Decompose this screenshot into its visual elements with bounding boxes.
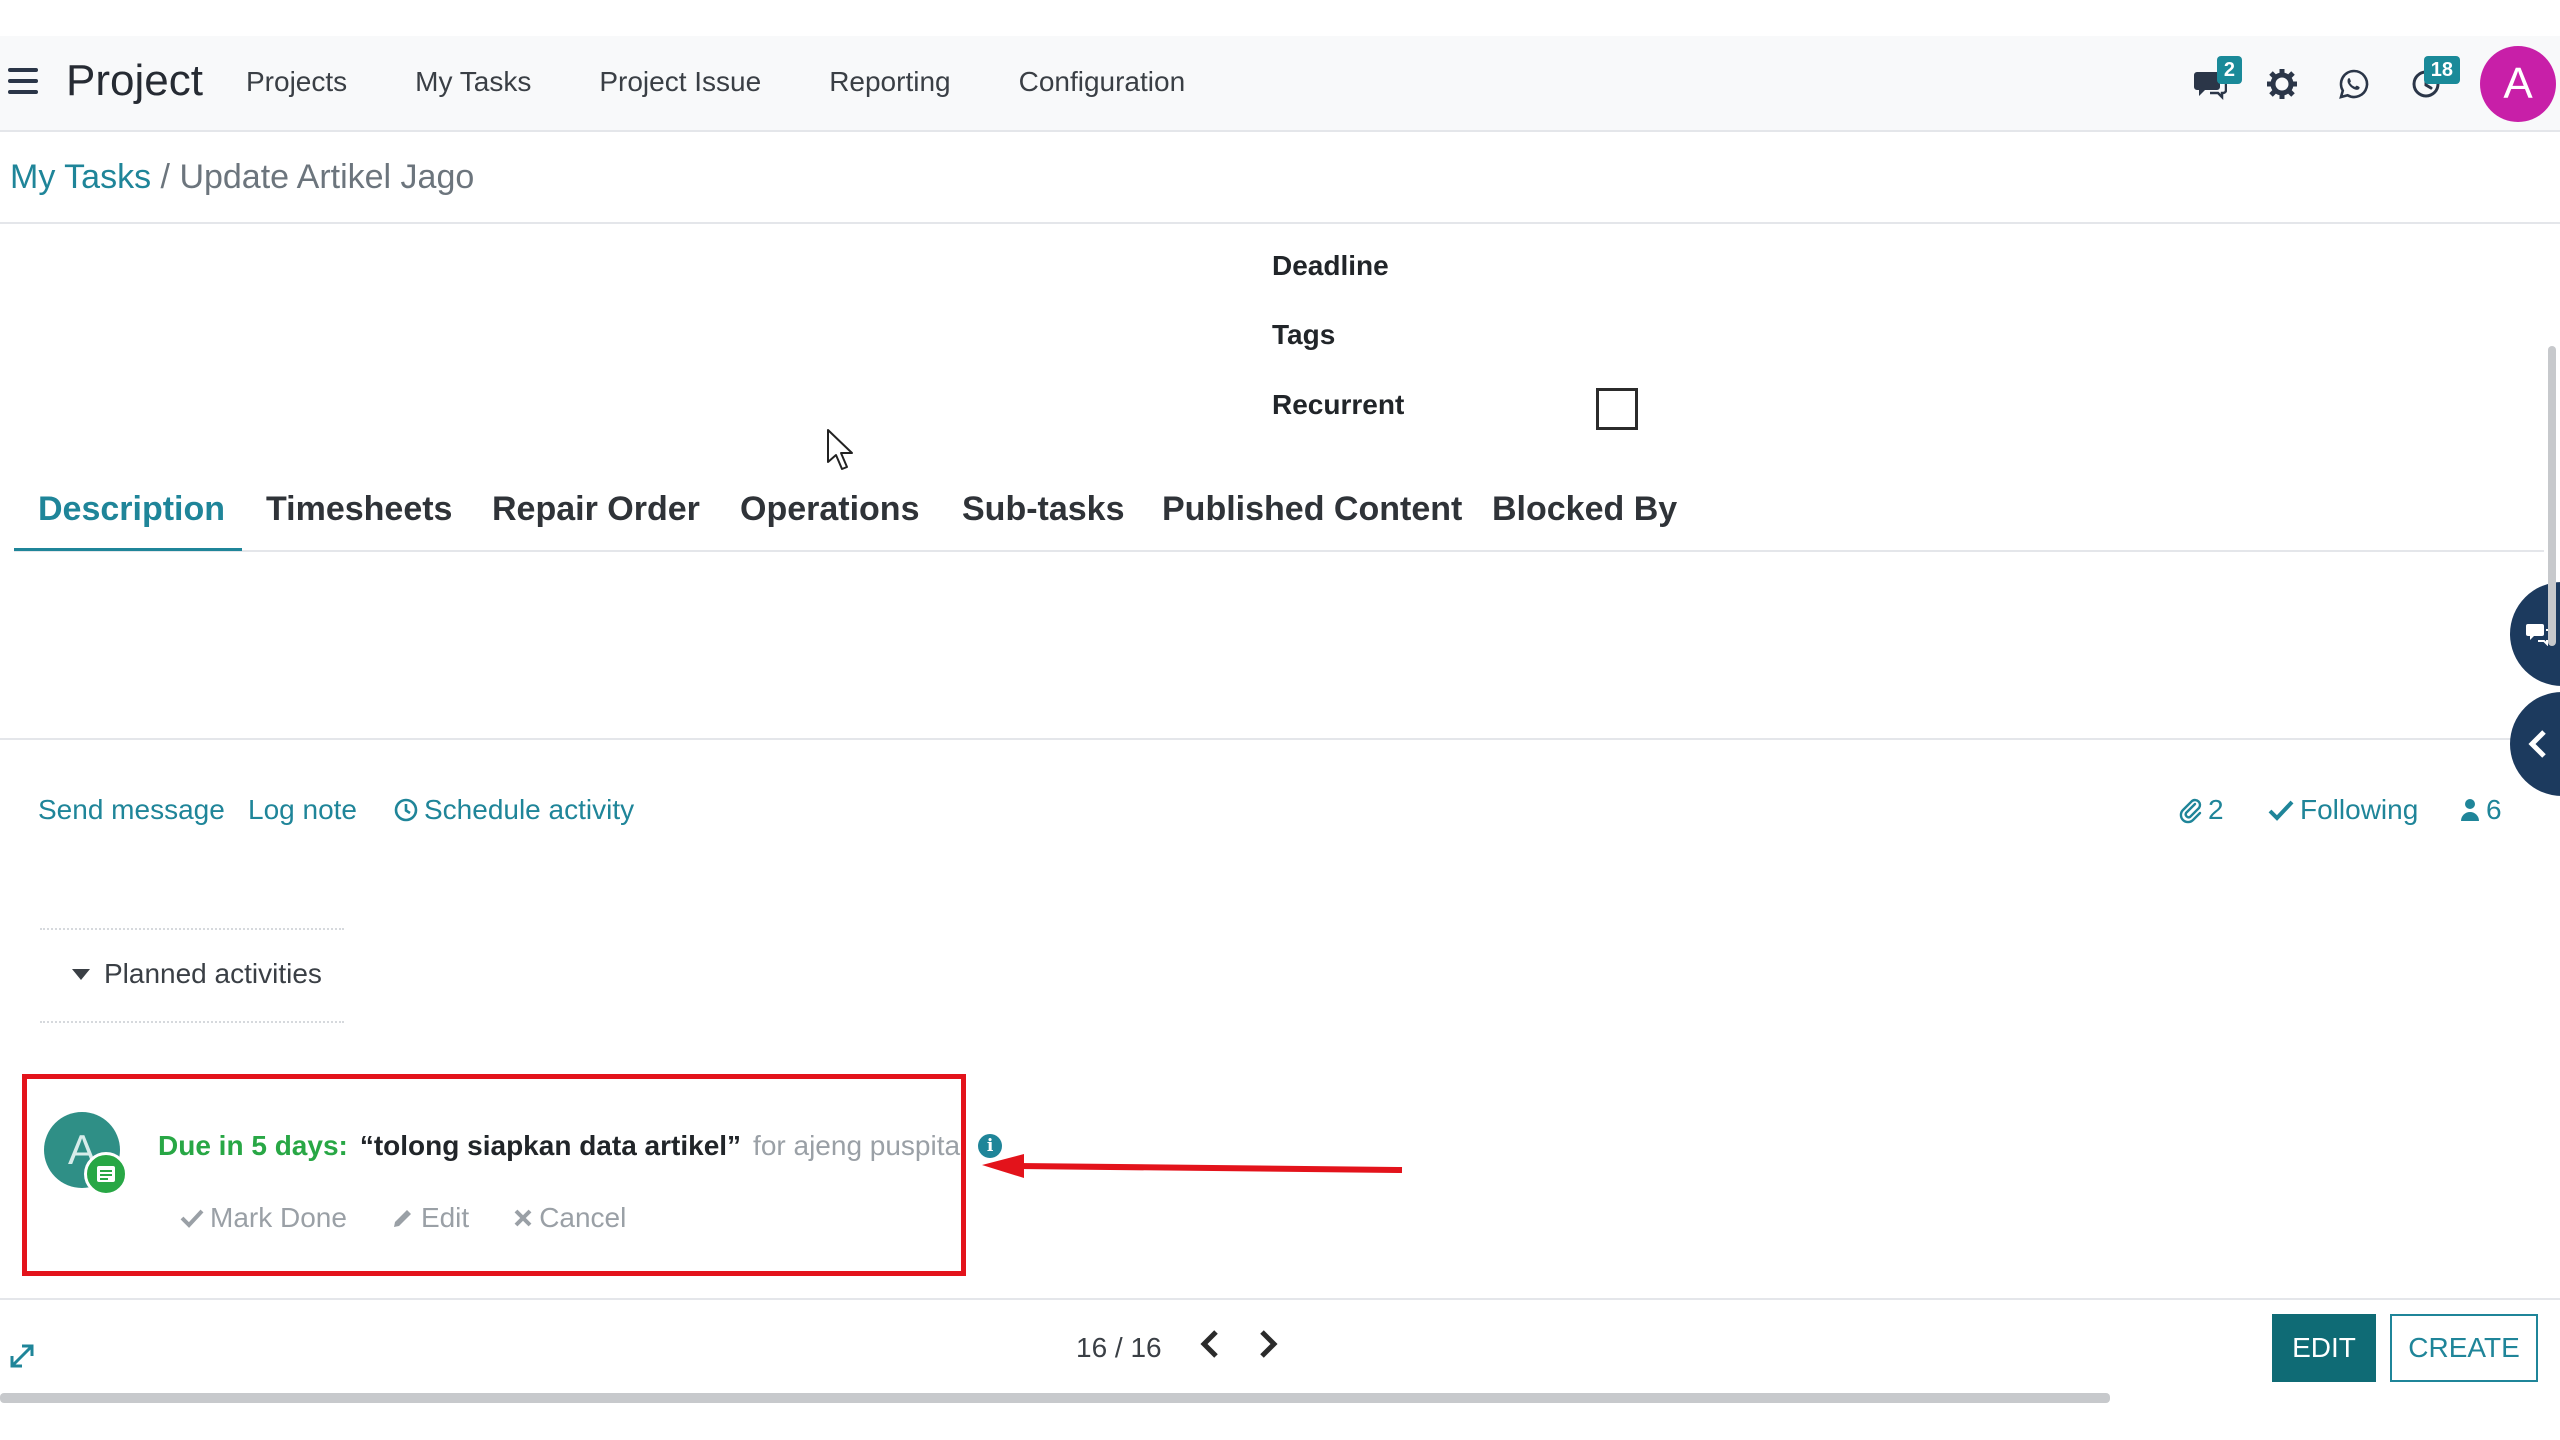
nav-item-reporting[interactable]: Reporting: [829, 66, 950, 98]
pager-next-icon[interactable]: [1256, 1328, 1280, 1360]
nav-menu: Projects My Tasks Project Issue Reportin…: [246, 66, 1253, 98]
active-tab-underline: [14, 548, 242, 551]
mark-done-label: Mark Done: [210, 1202, 347, 1233]
pager-value[interactable]: 16 / 16: [1076, 1332, 1162, 1364]
bottom-bar: 16 / 16 EDIT CREATE: [0, 1298, 2560, 1396]
nav-item-my-tasks[interactable]: My Tasks: [415, 66, 531, 98]
top-strip: [0, 0, 2560, 36]
tab-description[interactable]: Description: [38, 490, 225, 529]
edit-button[interactable]: EDIT: [2272, 1314, 2376, 1382]
schedule-activity-label: Schedule activity: [424, 794, 635, 825]
breadcrumb-separator: /: [160, 158, 170, 196]
schedule-activity-button[interactable]: Schedule activity: [394, 794, 634, 826]
activity-assignee: for ajeng puspita: [753, 1130, 961, 1161]
planned-activities-label: Planned activities: [104, 958, 322, 989]
vertical-scrollbar[interactable]: [2548, 346, 2556, 646]
clock-icon: [394, 798, 418, 822]
tab-blocked-by[interactable]: Blocked By: [1492, 490, 1677, 529]
nav-item-configuration[interactable]: Configuration: [1019, 66, 1186, 98]
whatsapp-icon[interactable]: [2334, 64, 2374, 104]
user-avatar[interactable]: A: [2480, 46, 2556, 122]
tags-label: Tags: [1272, 319, 1336, 350]
horizontal-scrollbar[interactable]: [0, 1393, 2110, 1403]
caret-down-icon: [72, 968, 90, 980]
main-navbar: Project Projects My Tasks Project Issue …: [0, 36, 2560, 132]
activity-due: Due in 5 days:: [158, 1130, 348, 1161]
annotation-arrow-icon: [982, 1154, 1403, 1178]
pencil-icon: [393, 1210, 411, 1227]
user-icon: [2461, 799, 2479, 821]
followers-count: 6: [2486, 794, 2502, 825]
followers-button[interactable]: 6: [2460, 794, 2502, 826]
tab-repair-order[interactable]: Repair Order: [492, 490, 700, 529]
log-note-button[interactable]: Log note: [248, 794, 357, 826]
tab-sub-tasks[interactable]: Sub-tasks: [962, 490, 1125, 529]
recurrent-checkbox[interactable]: [1596, 388, 1638, 430]
app-title: Project: [66, 56, 203, 105]
following-button[interactable]: Following: [2268, 794, 2418, 826]
tab-published-content[interactable]: Published Content: [1162, 490, 1462, 529]
attachments-button[interactable]: 2: [2178, 794, 2224, 826]
mark-done-button[interactable]: Mark Done: [180, 1202, 347, 1234]
activity-cancel-label: Cancel: [539, 1202, 627, 1233]
activity-summary: “tolong siapkan data artikel”: [359, 1130, 742, 1161]
nav-item-projects[interactable]: Projects: [246, 66, 347, 98]
following-label: Following: [2300, 794, 2419, 825]
check-icon: [180, 1209, 204, 1228]
messages-badge: 2: [2216, 56, 2242, 84]
paperclip-icon: [2179, 798, 2202, 824]
content-separator: [0, 738, 2545, 740]
menu-toggle-icon[interactable]: [8, 68, 38, 96]
breadcrumb-current: Update Artikel Jago: [179, 158, 475, 196]
activity-highlight-box: [22, 1074, 966, 1276]
gear-icon[interactable]: [2262, 64, 2302, 104]
attachments-count: 2: [2208, 794, 2224, 825]
recurrent-label: Recurrent: [1272, 389, 1405, 420]
activity-edit-button[interactable]: Edit: [391, 1202, 469, 1234]
planned-activities-divider-bottom: [40, 1021, 344, 1023]
activity-line: Due in 5 days: “tolong siapkan data arti…: [158, 1130, 1003, 1162]
pager-previous-icon[interactable]: [1198, 1328, 1222, 1360]
check-icon: [2268, 800, 2294, 821]
create-button[interactable]: CREATE: [2390, 1314, 2538, 1382]
tab-timesheets[interactable]: Timesheets: [266, 490, 452, 529]
deadline-label: Deadline: [1272, 250, 1389, 281]
nav-item-project-issue[interactable]: Project Issue: [599, 66, 761, 98]
breadcrumb-link-my-tasks[interactable]: My Tasks: [10, 158, 151, 196]
activities-badge: 18: [2423, 56, 2460, 84]
mouse-cursor-icon: [827, 429, 853, 470]
activity-actions: Mark Done Edit Cancel: [180, 1202, 626, 1234]
activity-type-icon: [84, 1152, 128, 1196]
side-collapse-button[interactable]: [2510, 692, 2560, 796]
chevron-left-icon: [2528, 730, 2546, 758]
breadcrumb-bar: My Tasks / Update Artikel Jago: [0, 132, 2560, 224]
close-icon: [514, 1209, 532, 1227]
tab-operations[interactable]: Operations: [740, 490, 919, 529]
breadcrumb: My Tasks / Update Artikel Jago: [10, 158, 474, 197]
planned-activities-divider-top: [40, 928, 344, 930]
activity-edit-label: Edit: [420, 1202, 470, 1233]
expand-icon[interactable]: [8, 1342, 36, 1370]
activity-cancel-button[interactable]: Cancel: [513, 1202, 626, 1234]
form-tabs: Description Timesheets Repair Order Oper…: [14, 480, 2544, 552]
send-message-button[interactable]: Send message: [38, 794, 225, 826]
planned-activities-toggle[interactable]: Planned activities: [72, 958, 322, 990]
